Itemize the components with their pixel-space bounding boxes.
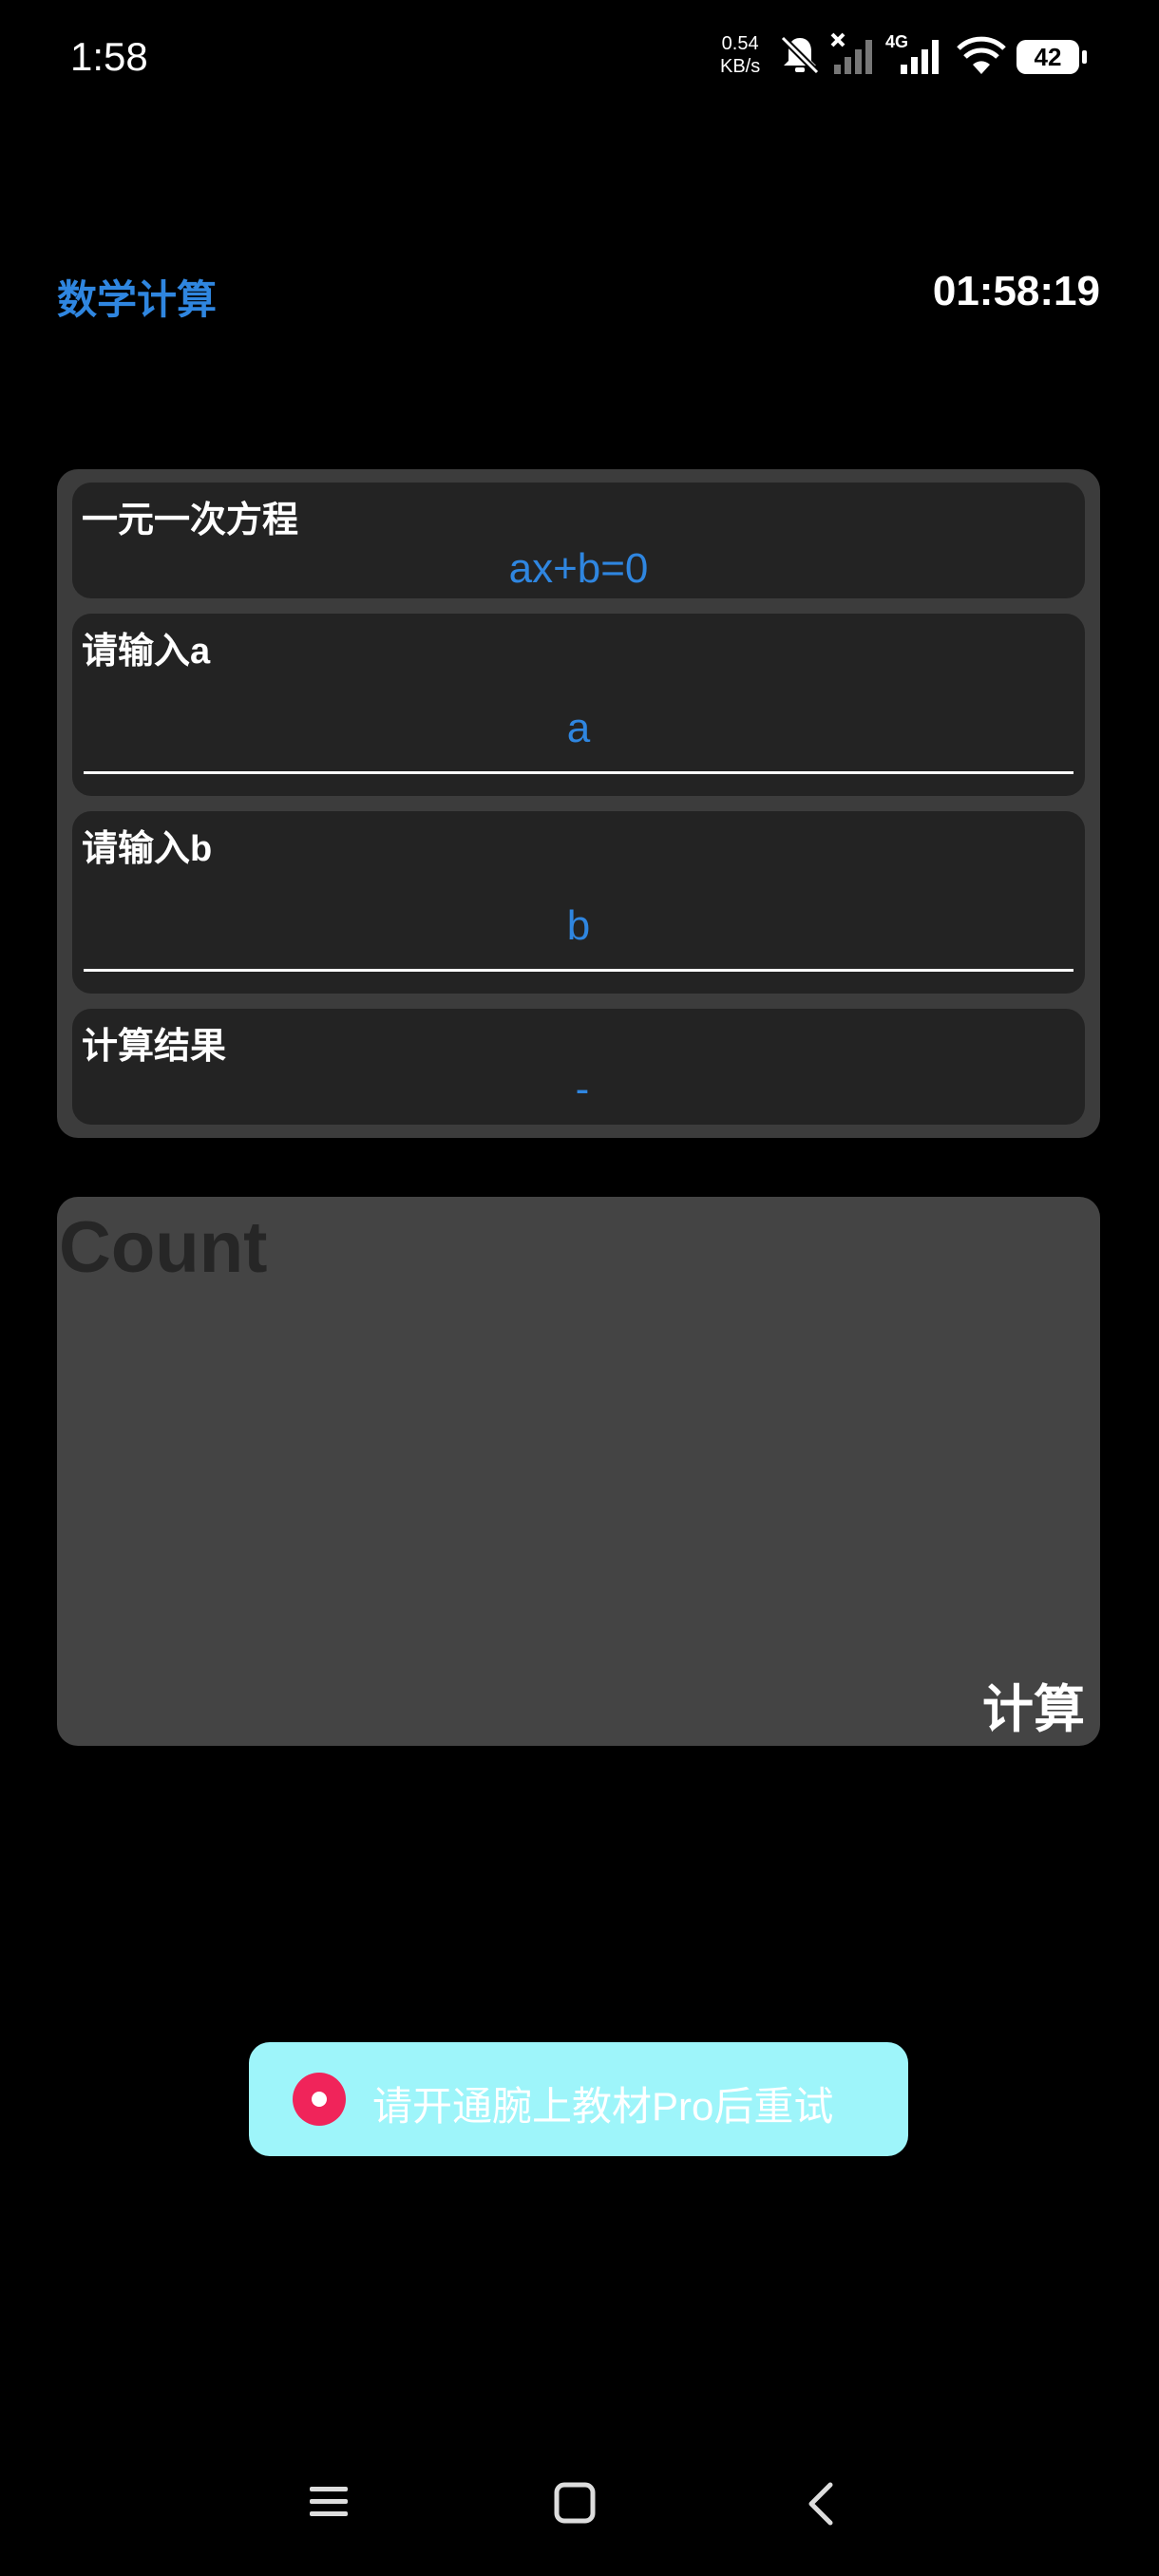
input-b-underline bbox=[84, 969, 1074, 972]
result-label: 计算结果 bbox=[82, 1027, 227, 1067]
net-speed: 0.54 KB/s bbox=[720, 32, 760, 78]
input-a-field[interactable]: a bbox=[72, 705, 1085, 752]
net-speed-value: 0.54 bbox=[721, 33, 759, 54]
net-speed-unit: KB/s bbox=[720, 56, 761, 77]
input-b-field[interactable]: b bbox=[72, 902, 1085, 950]
result-card: 计算结果 - bbox=[72, 1009, 1085, 1125]
status-bar: 1:58 0.54 KB/s 4G 42 bbox=[0, 0, 1159, 114]
battery-icon: 42 bbox=[1016, 40, 1087, 74]
signal-4g-icon: 4G bbox=[884, 32, 946, 83]
battery-level: 42 bbox=[1034, 43, 1062, 71]
input-b-card[interactable]: 请输入b b bbox=[72, 811, 1085, 994]
network-type: 4G bbox=[885, 32, 908, 51]
equation-formula: ax+b=0 bbox=[508, 545, 649, 592]
clock: 01:58:19 bbox=[932, 268, 1100, 314]
equation-card: 一元一次方程 ax+b=0 bbox=[72, 483, 1085, 598]
count-label: Count bbox=[59, 1207, 268, 1288]
menu-icon[interactable] bbox=[306, 2479, 352, 2529]
back-icon[interactable] bbox=[800, 2479, 846, 2533]
equation-panel: 一元一次方程 ax+b=0 请输入a a 请输入b b 计算结果 - bbox=[57, 469, 1100, 1138]
toast-message: 请开通腕上教材Pro后重试 bbox=[372, 2084, 834, 2129]
input-a-label: 请输入a bbox=[82, 632, 211, 672]
toast: 请开通腕上教材Pro后重试 bbox=[249, 2042, 908, 2156]
count-panel[interactable]: Count 计算 bbox=[57, 1197, 1100, 1746]
mute-icon bbox=[777, 32, 823, 83]
wifi-icon bbox=[956, 32, 1007, 83]
calculate-button[interactable]: 计算 bbox=[982, 1667, 1085, 1742]
status-time: 1:58 bbox=[70, 34, 148, 79]
input-a-underline bbox=[84, 771, 1074, 774]
app-title: 数学计算 bbox=[57, 277, 218, 322]
record-dot-icon bbox=[293, 2073, 346, 2126]
input-a-card[interactable]: 请输入a a bbox=[72, 614, 1085, 796]
input-b-label: 请输入b bbox=[82, 829, 213, 869]
result-value: - bbox=[575, 1066, 590, 1112]
equation-label: 一元一次方程 bbox=[82, 501, 299, 540]
no-signal-icon bbox=[830, 32, 878, 83]
home-icon[interactable] bbox=[551, 2479, 600, 2533]
